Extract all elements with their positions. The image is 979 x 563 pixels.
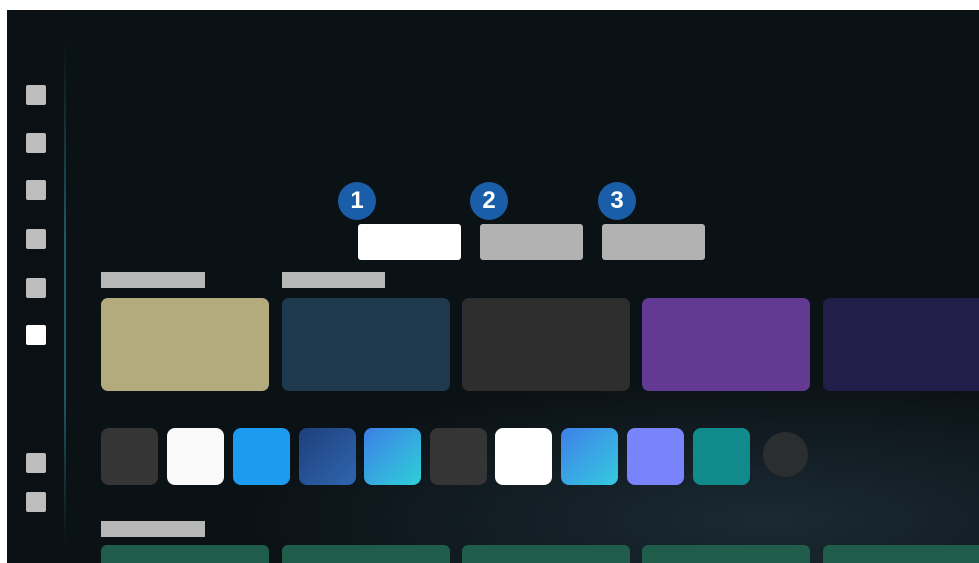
row-title-placeholder: [101, 521, 205, 537]
sidebar-item-8-icon[interactable]: [26, 492, 46, 512]
callout-badge-1: 1: [338, 182, 376, 220]
app-tile[interactable]: [364, 428, 421, 485]
row-title-placeholder: [101, 272, 205, 288]
sidebar-item-3-icon[interactable]: [26, 180, 46, 200]
tv-home-screen: 1 2 3: [7, 10, 979, 563]
content-card[interactable]: [823, 545, 979, 563]
content-card[interactable]: [101, 298, 269, 391]
content-card[interactable]: [642, 298, 810, 391]
sidebar-item-6-icon-selected[interactable]: [26, 325, 46, 345]
sidebar-item-4-icon[interactable]: [26, 229, 46, 249]
app-tile[interactable]: [430, 428, 487, 485]
content-card[interactable]: [282, 545, 450, 563]
sidebar-item-1-icon[interactable]: [26, 85, 46, 105]
sidebar-divider: [64, 40, 66, 545]
content-card[interactable]: [282, 298, 450, 391]
add-app-button[interactable]: [763, 432, 808, 477]
tab-2[interactable]: [480, 224, 583, 260]
tab-3[interactable]: [602, 224, 705, 260]
app-tile[interactable]: [627, 428, 684, 485]
app-tile[interactable]: [693, 428, 750, 485]
row-title-placeholder: [282, 272, 385, 288]
app-tile[interactable]: [233, 428, 290, 485]
callout-badge-3: 3: [598, 182, 636, 220]
content-card[interactable]: [642, 545, 810, 563]
content-card[interactable]: [823, 298, 979, 391]
app-tile[interactable]: [561, 428, 618, 485]
app-tile[interactable]: [299, 428, 356, 485]
content-card[interactable]: [101, 545, 269, 563]
sidebar-item-5-icon[interactable]: [26, 278, 46, 298]
content-card[interactable]: [462, 545, 630, 563]
app-tile[interactable]: [495, 428, 552, 485]
app-tile[interactable]: [101, 428, 158, 485]
content-card[interactable]: [462, 298, 630, 391]
sidebar-item-2-icon[interactable]: [26, 133, 46, 153]
callout-badge-2: 2: [470, 182, 508, 220]
app-tile[interactable]: [167, 428, 224, 485]
sidebar-item-7-icon[interactable]: [26, 453, 46, 473]
sidebar-menu: [7, 10, 63, 563]
tab-1-selected[interactable]: [358, 224, 461, 260]
